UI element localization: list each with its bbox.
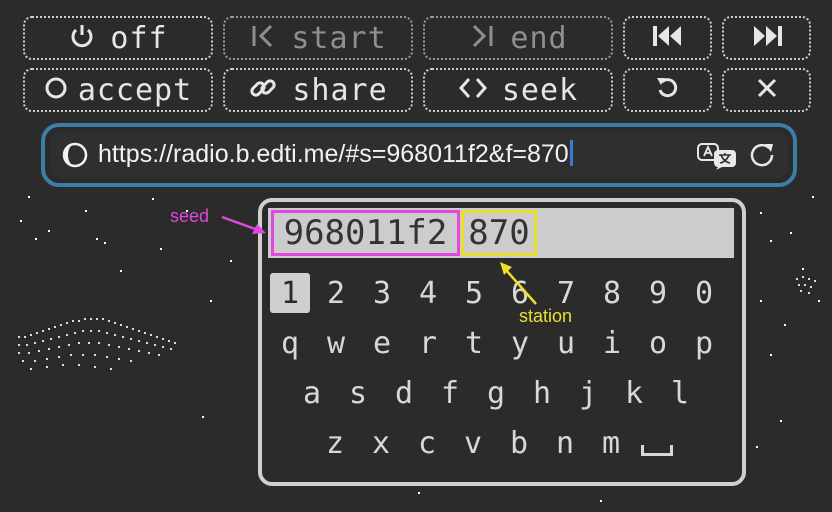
station-display: 870 <box>461 210 537 256</box>
key-space[interactable] <box>637 423 677 463</box>
key-v[interactable]: v <box>453 423 493 463</box>
key-n[interactable]: n <box>545 423 585 463</box>
key-z[interactable]: z <box>315 423 355 463</box>
next-button[interactable] <box>722 16 811 60</box>
key-g[interactable]: g <box>476 373 516 413</box>
key-0[interactable]: 0 <box>684 273 724 313</box>
power-off-label: off <box>110 20 168 56</box>
station-annotation-label: station <box>519 306 573 326</box>
seed-annotation-label: seed <box>170 206 210 226</box>
key-h[interactable]: h <box>522 373 562 413</box>
seek-label: seek <box>501 72 579 108</box>
text-caret <box>569 140 573 166</box>
key-e[interactable]: e <box>362 323 402 363</box>
share-label: share <box>292 72 388 108</box>
key-i[interactable]: i <box>592 323 632 363</box>
close-icon <box>755 76 779 105</box>
url-bar[interactable]: https://radio.b.edti.me/#s=968011f2&f=87… <box>50 131 788 179</box>
key-t[interactable]: t <box>454 323 494 363</box>
share-button[interactable]: share <box>223 68 413 112</box>
accept-button[interactable]: accept <box>23 68 213 112</box>
key-4[interactable]: 4 <box>408 273 448 313</box>
key-p[interactable]: p <box>684 323 724 363</box>
undo-icon <box>654 74 682 107</box>
url-input[interactable]: https://radio.b.edti.me/#s=968011f2&f=87… <box>98 140 573 169</box>
key-f[interactable]: f <box>430 373 470 413</box>
circle-icon <box>44 76 68 105</box>
power-icon <box>68 22 96 55</box>
key-x[interactable]: x <box>361 423 401 463</box>
start-label: start <box>291 20 387 56</box>
previous-track-icon <box>650 22 686 55</box>
url-text: https://radio.b.edti.me/#s=968011f2&f=87… <box>98 140 569 168</box>
previous-button[interactable] <box>623 16 712 60</box>
close-button[interactable] <box>722 68 811 112</box>
key-9[interactable]: 9 <box>638 273 678 313</box>
end-label: end <box>510 20 568 56</box>
code-brackets-icon <box>458 74 488 107</box>
key-b[interactable]: b <box>499 423 539 463</box>
key-q[interactable]: q <box>270 323 310 363</box>
link-icon <box>248 73 278 108</box>
key-k[interactable]: k <box>614 373 654 413</box>
key-5[interactable]: 5 <box>454 273 494 313</box>
seed-display: 968011f2 <box>271 210 460 256</box>
key-o[interactable]: o <box>638 323 678 363</box>
accept-label: accept <box>77 72 193 108</box>
power-off-button[interactable]: off <box>23 16 213 60</box>
space-icon <box>641 444 673 456</box>
start-button[interactable]: start <box>223 16 413 60</box>
key-r[interactable]: r <box>408 323 448 363</box>
key-y[interactable]: y <box>500 323 540 363</box>
key-a[interactable]: a <box>292 373 332 413</box>
key-m[interactable]: m <box>591 423 631 463</box>
seek-button[interactable]: seek <box>423 68 613 112</box>
moon-icon[interactable] <box>60 140 90 170</box>
key-s[interactable]: s <box>338 373 378 413</box>
next-track-icon <box>749 22 785 55</box>
skip-to-end-icon <box>468 22 496 55</box>
translate-icon[interactable] <box>696 141 738 171</box>
key-8[interactable]: 8 <box>592 273 632 313</box>
key-c[interactable]: c <box>407 423 447 463</box>
skip-to-start-icon <box>249 22 277 55</box>
key-l[interactable]: l <box>660 373 700 413</box>
key-3[interactable]: 3 <box>362 273 402 313</box>
end-button[interactable]: end <box>423 16 613 60</box>
key-w[interactable]: w <box>316 323 356 363</box>
key-2[interactable]: 2 <box>316 273 356 313</box>
key-1[interactable]: 1 <box>270 273 310 313</box>
key-j[interactable]: j <box>568 373 608 413</box>
key-u[interactable]: u <box>546 323 586 363</box>
undo-button[interactable] <box>623 68 712 112</box>
key-d[interactable]: d <box>384 373 424 413</box>
reload-icon[interactable] <box>747 140 777 170</box>
